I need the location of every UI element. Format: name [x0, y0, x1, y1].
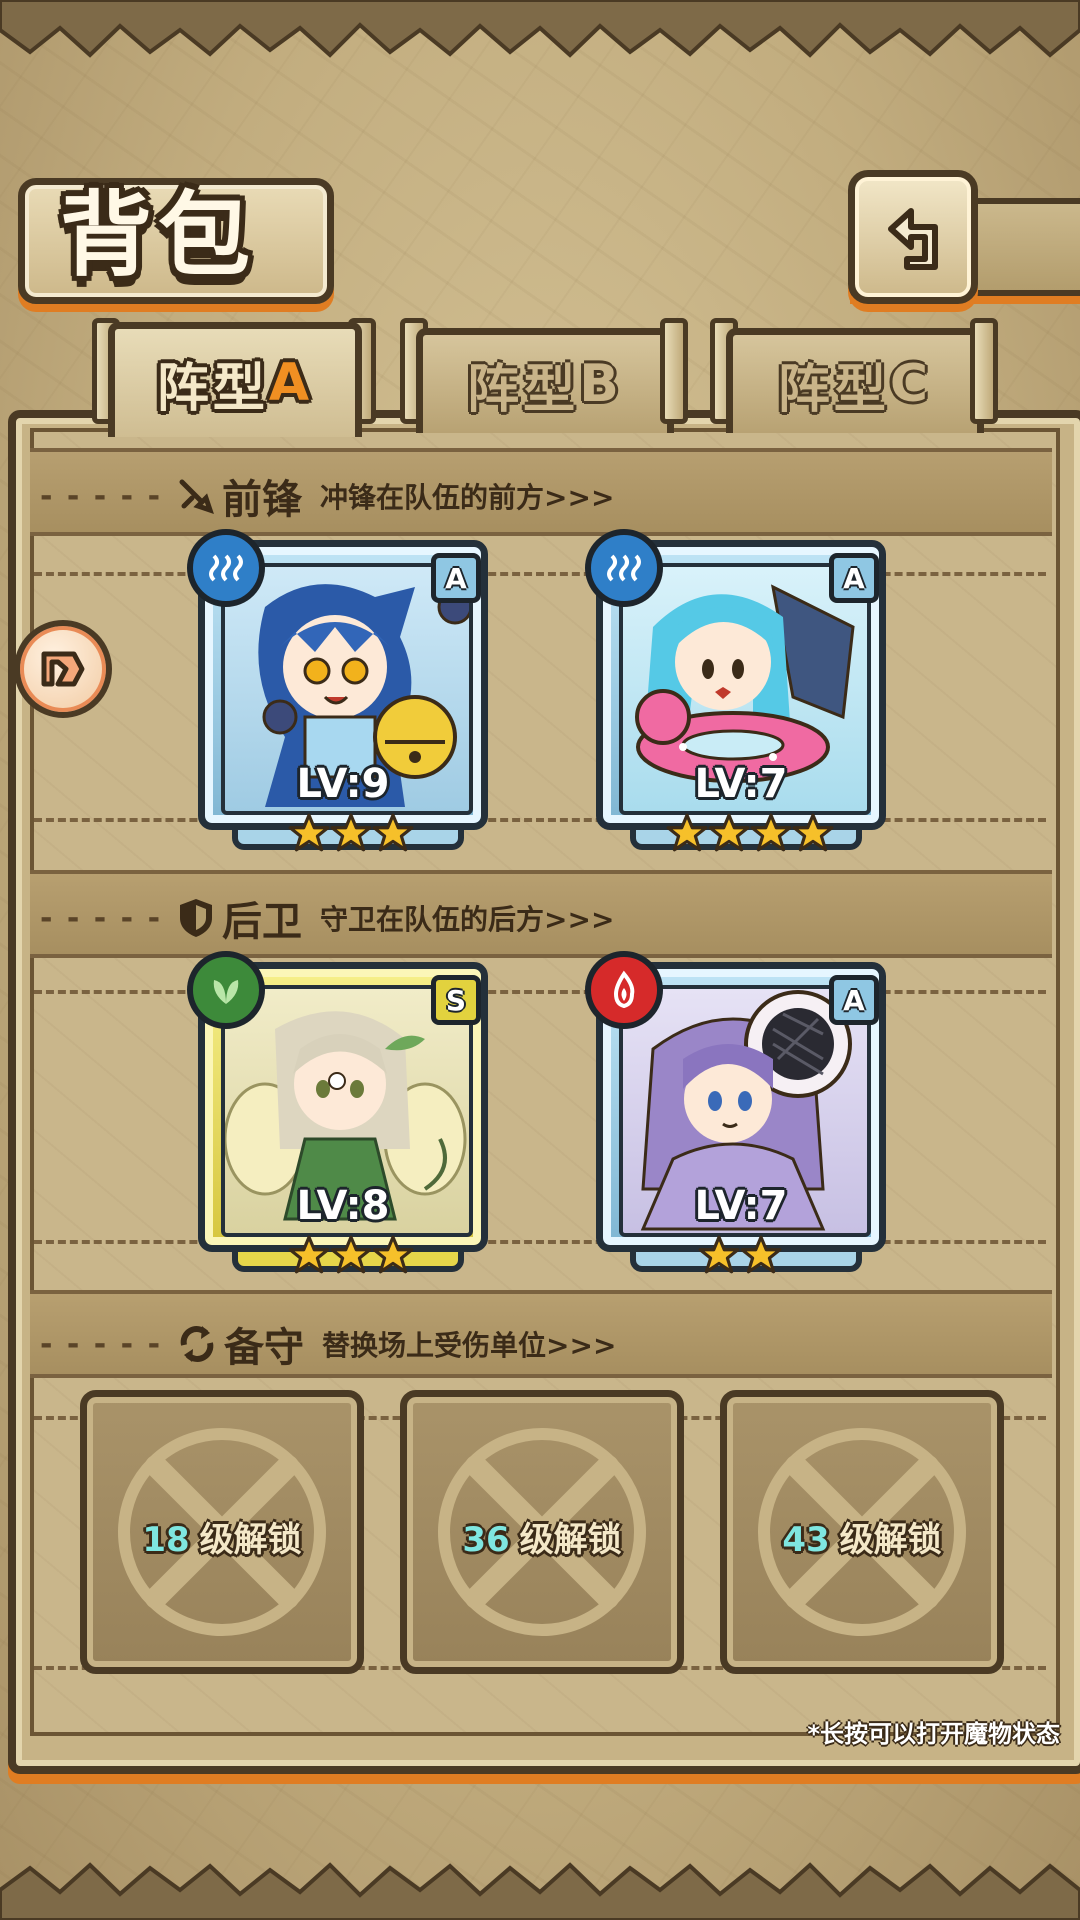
star-icon: [750, 813, 792, 852]
tab-formation-a[interactable]: 阵型 A: [108, 322, 362, 437]
back-section-desc: 守卫在队伍的后方>>>: [320, 903, 615, 936]
front-section-header: - - - - - 前锋 冲锋在队伍的前方>>>: [40, 466, 614, 526]
monster-level: LV:7: [694, 1183, 788, 1229]
monster-card[interactable]: S LV:8: [187, 951, 488, 1252]
star-icon: [330, 1235, 372, 1274]
tab-formation-b[interactable]: 阵型 B: [416, 328, 674, 433]
star-icon: [698, 1235, 740, 1274]
reserve-section-header: - - - - - 备守 替换场上受伤单位>>>: [40, 1314, 616, 1374]
monster-level: LV:7: [694, 761, 788, 807]
star-icon: [792, 813, 834, 852]
bottom-torn-edge: [0, 1862, 1080, 1920]
unlock-level-text: 18 级解锁: [142, 1520, 302, 1560]
star-rating: [698, 1234, 782, 1280]
page-title: 背包: [60, 181, 257, 289]
long-press-hint: *长按可以打开魔物状态: [807, 1720, 1060, 1748]
tab-letter: A: [268, 353, 314, 413]
tab-label: 阵型: [467, 359, 580, 420]
monster-card[interactable]: A LV:7: [585, 529, 886, 830]
unlock-level-text: 43 级解锁: [782, 1520, 942, 1560]
divider: [34, 818, 1046, 822]
tab-post: [970, 318, 998, 424]
wood-element-icon: [187, 951, 265, 1029]
monster-card[interactable]: A LV:9: [187, 529, 488, 830]
tab-label: 阵型: [777, 359, 890, 420]
reserve-slot-locked[interactable]: 36 级解锁: [400, 1390, 684, 1674]
fire-element-icon: [585, 951, 663, 1029]
top-torn-edge: [0, 0, 1080, 58]
star-icon: [372, 1235, 414, 1274]
return-arrow-icon: [888, 208, 938, 270]
star-icon: [740, 1235, 782, 1274]
tab-letter: B: [579, 354, 623, 414]
divider: [34, 990, 1046, 994]
divider: [34, 572, 1046, 576]
monster-level: LV:8: [296, 1183, 390, 1229]
divider: [34, 1240, 1046, 1244]
reserve-section-name: 备守: [224, 1324, 305, 1371]
star-icon: [288, 813, 330, 852]
arrow-right-circle-icon: [41, 651, 85, 687]
side-toggle-button[interactable]: [14, 620, 112, 718]
reserve-slot-locked[interactable]: 18 级解锁: [80, 1390, 364, 1674]
monster-card[interactable]: A LV:7: [585, 951, 886, 1252]
rank-badge: S: [431, 975, 481, 1025]
tab-post: [660, 318, 688, 424]
water-element-icon: [585, 529, 663, 607]
tab-formation-c[interactable]: 阵型 C: [726, 328, 984, 433]
water-element-icon: [187, 529, 265, 607]
star-rating: [666, 812, 834, 858]
monster-level: LV:9: [296, 761, 390, 807]
star-rating: [288, 1234, 414, 1280]
back-section-name: 后卫: [222, 898, 303, 945]
shield-icon: [180, 899, 213, 937]
rank-badge: A: [829, 553, 879, 603]
star-icon: [666, 813, 708, 852]
back-button[interactable]: [848, 170, 978, 304]
star-icon: [330, 813, 372, 852]
tab-letter: C: [889, 354, 933, 414]
swap-icon: [180, 1326, 214, 1362]
rank-badge: A: [829, 975, 879, 1025]
star-icon: [372, 813, 414, 852]
reserve-section-desc: 替换场上受伤单位>>>: [322, 1329, 617, 1362]
star-icon: [288, 1235, 330, 1274]
front-section-name: 前锋: [222, 476, 303, 523]
star-rating: [288, 812, 414, 858]
rank-badge: A: [431, 553, 481, 603]
back-section-header: - - - - - 后卫 守卫在队伍的后方>>>: [40, 888, 614, 948]
tab-label: 阵型: [156, 358, 269, 419]
reserve-slot-locked[interactable]: 43 级解锁: [720, 1390, 1004, 1674]
sword-icon: [179, 479, 214, 514]
star-icon: [708, 813, 750, 852]
front-section-desc: 冲锋在队伍的前方>>>: [320, 481, 615, 514]
unlock-level-text: 36 级解锁: [462, 1520, 622, 1560]
